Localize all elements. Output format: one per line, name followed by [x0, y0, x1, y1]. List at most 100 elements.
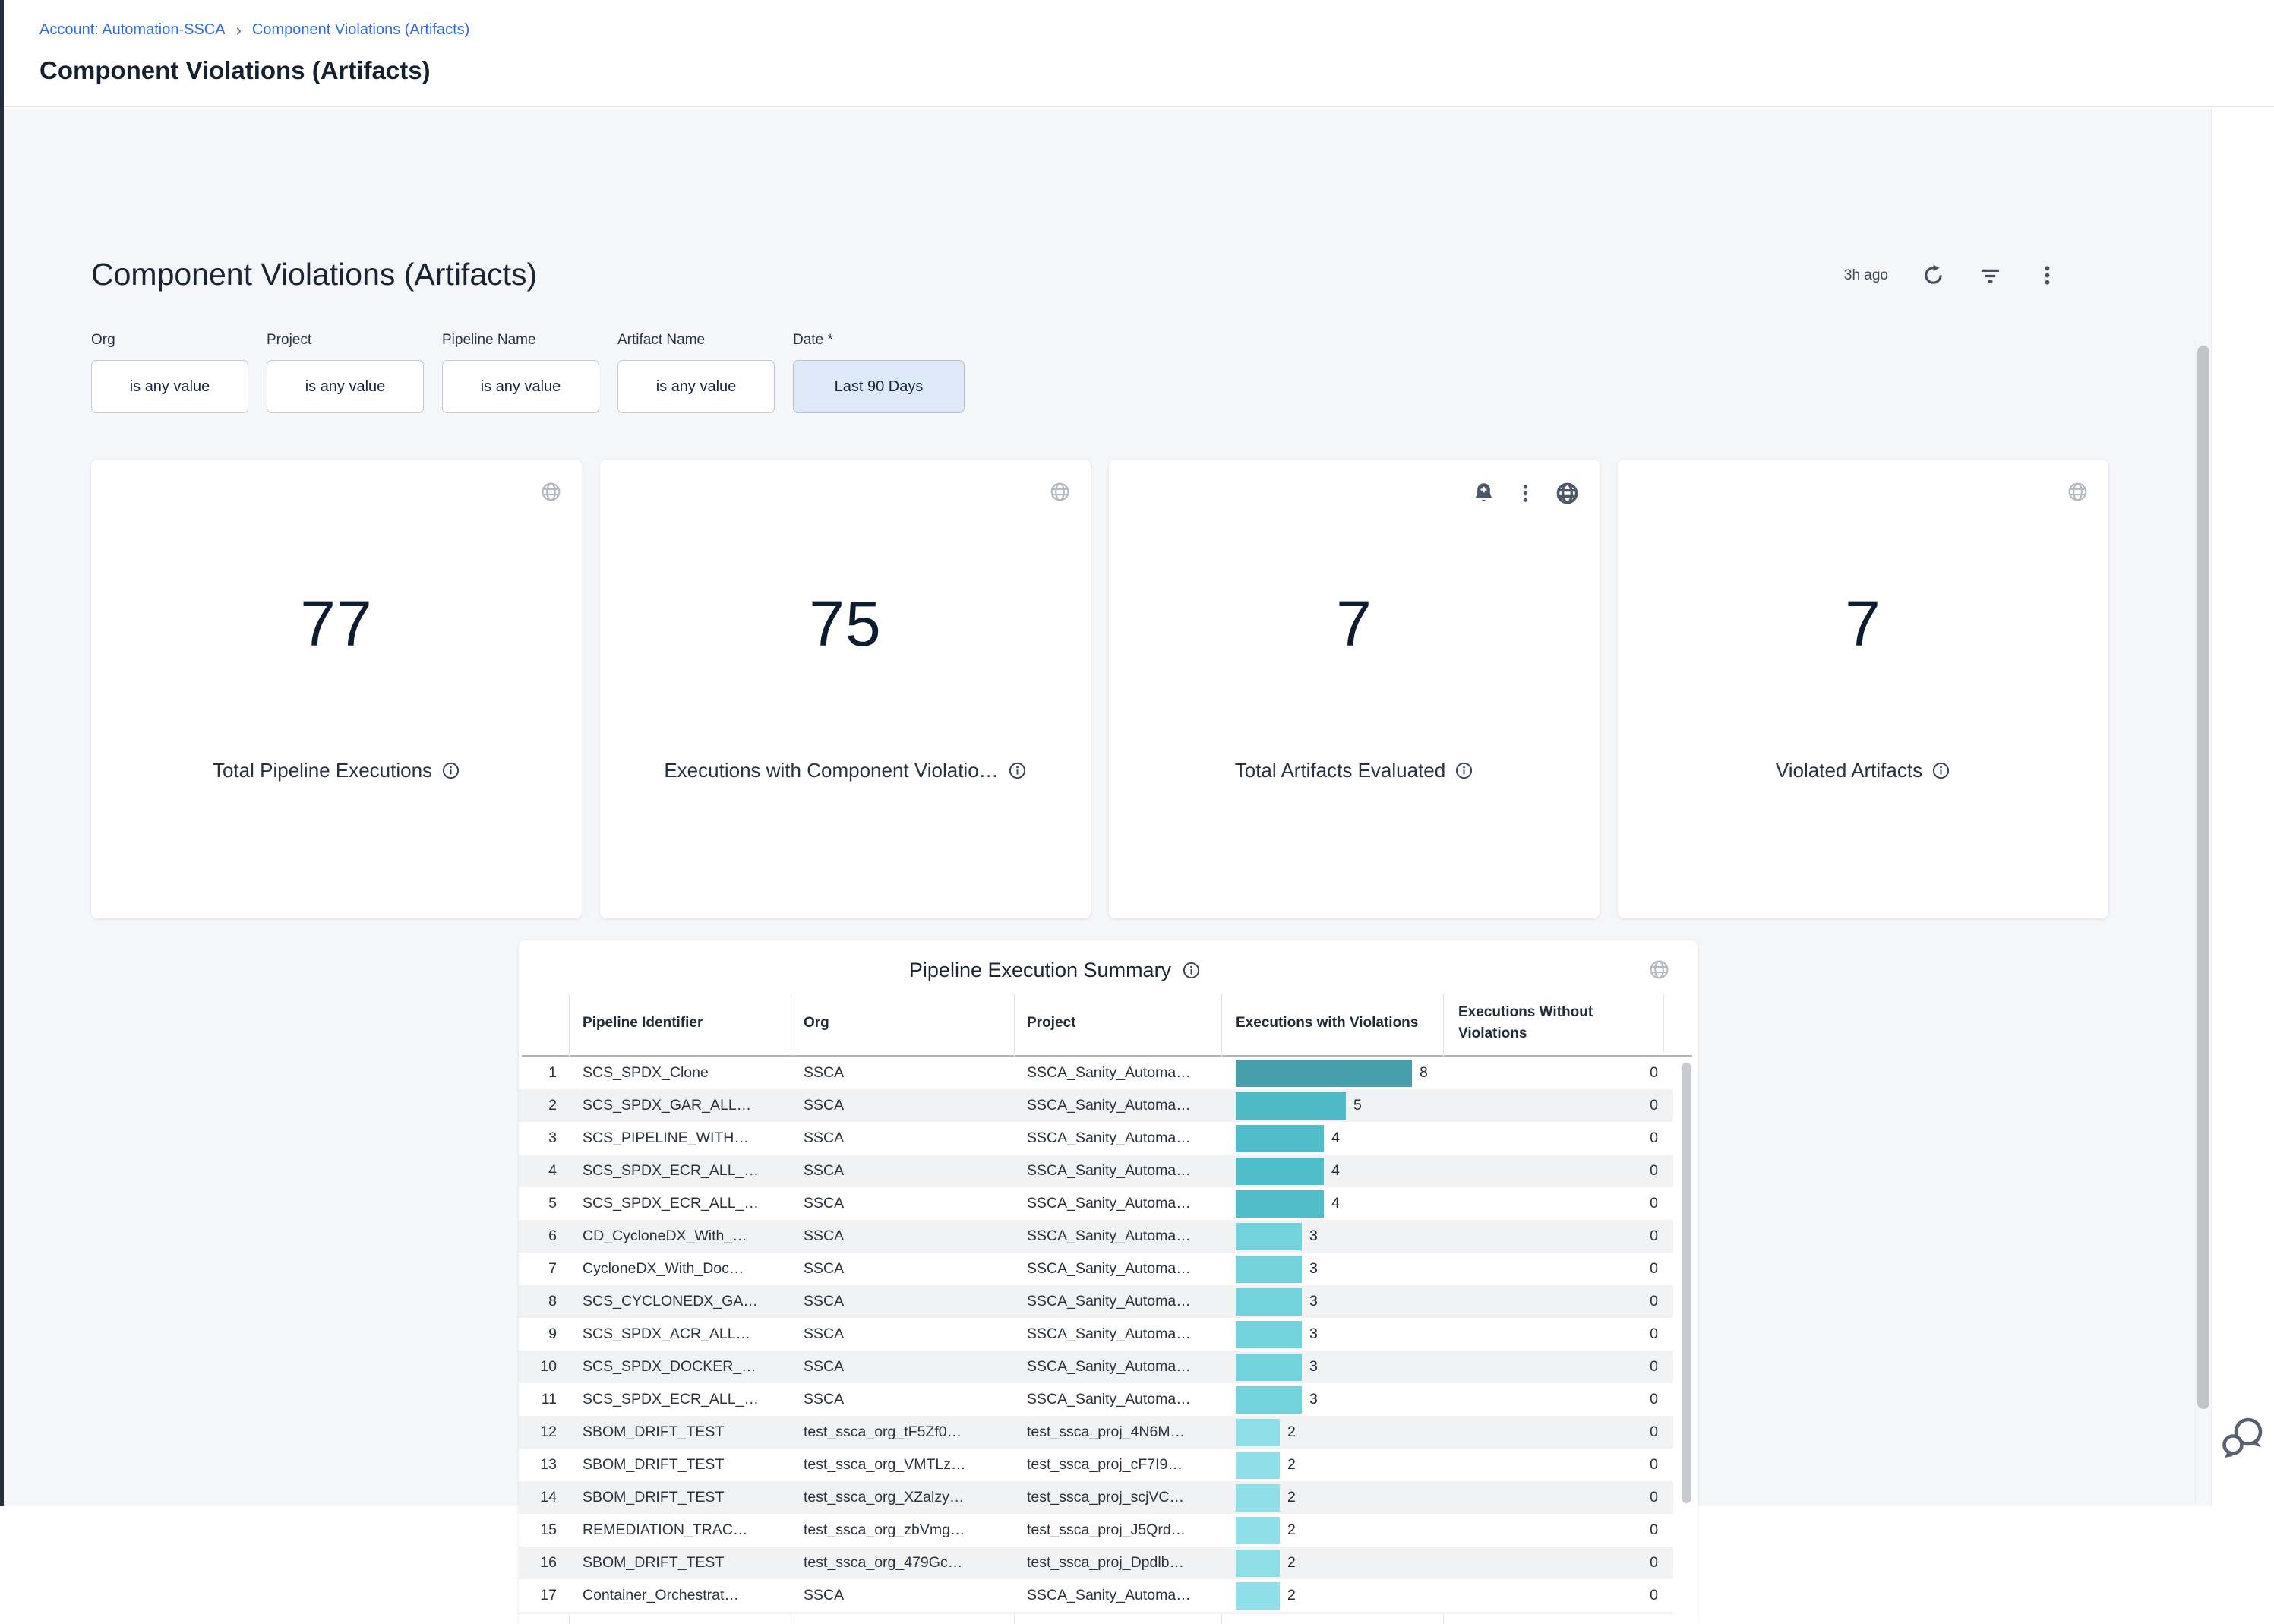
- pipeline-identifier-cell: SBOM_DRIFT_TEST: [583, 1481, 779, 1514]
- pipeline-identifier-cell: REMEDIATION_TRAC…: [583, 1514, 779, 1547]
- pipeline-identifier-cell: SCS_SPDX_DOCKER_…: [583, 1351, 779, 1383]
- row-number-cell: 3: [519, 1122, 557, 1155]
- row-number-cell: 5: [519, 1187, 557, 1220]
- row-number-cell: 10: [519, 1351, 557, 1383]
- executions-without-violations-cell: 0: [1443, 1220, 1658, 1253]
- pipeline-identifier-cell: SCS_SPDX_ECR_ALL_…: [583, 1155, 779, 1187]
- kebab-menu-icon[interactable]: [1514, 482, 1537, 504]
- table-row[interactable]: 7CycloneDX_With_Doc…SSCASSCA_Sanity_Auto…: [519, 1253, 1673, 1285]
- org-cell: SSCA: [804, 1057, 1000, 1089]
- table-row[interactable]: 4SCS_SPDX_ECR_ALL_…SSCASSCA_Sanity_Autom…: [519, 1155, 1673, 1187]
- column-header[interactable]: Executions with Violations: [1236, 990, 1422, 1056]
- project-cell: SSCA_Sanity_Automa…: [1027, 1089, 1209, 1122]
- violations-bar[interactable]: [1236, 1158, 1324, 1185]
- violations-bar-value: 3: [1309, 1325, 1318, 1343]
- stat-label: Total Pipeline Executions: [91, 759, 582, 782]
- violations-bar[interactable]: [1236, 1419, 1280, 1446]
- table-row[interactable]: 8SCS_CYCLONEDX_GA…SSCASSCA_Sanity_Automa…: [519, 1285, 1673, 1318]
- filter-label: Date *: [793, 332, 965, 349]
- filter-value-chip[interactable]: is any value: [91, 360, 248, 413]
- executions-with-violations-cell: 4: [1236, 1122, 1441, 1155]
- pipeline-identifier-cell: SBOM_DRIFT_TEST: [583, 1449, 779, 1481]
- filter-value-chip[interactable]: is any value: [267, 360, 424, 413]
- violations-bar[interactable]: [1236, 1354, 1302, 1381]
- org-cell: SSCA: [804, 1579, 1000, 1612]
- breadcrumb-current-link[interactable]: Component Violations (Artifacts): [252, 21, 469, 39]
- table-row[interactable]: 2SCS_SPDX_GAR_ALL…SSCASSCA_Sanity_Automa…: [519, 1089, 1673, 1122]
- globe-icon[interactable]: [1049, 481, 1071, 503]
- column-header[interactable]: Pipeline Identifier: [583, 990, 779, 1056]
- violations-bar[interactable]: [1236, 1060, 1412, 1087]
- org-cell: SSCA: [804, 1122, 1000, 1155]
- info-icon[interactable]: [1454, 761, 1473, 780]
- card-icons: [540, 481, 562, 503]
- violations-bar[interactable]: [1236, 1386, 1302, 1414]
- table-row[interactable]: 5SCS_SPDX_ECR_ALL_…SSCASSCA_Sanity_Autom…: [519, 1187, 1673, 1220]
- executions-without-violations-cell: 0: [1443, 1514, 1658, 1547]
- page-scrollbar-thumb[interactable]: [2197, 346, 2209, 1409]
- table-row[interactable]: 10SCS_SPDX_DOCKER_…SSCASSCA_Sanity_Autom…: [519, 1351, 1673, 1383]
- violations-bar[interactable]: [1236, 1582, 1280, 1610]
- project-cell: SSCA_Sanity_Automa…: [1027, 1318, 1209, 1351]
- column-header[interactable]: Executions Without Violations: [1458, 990, 1648, 1056]
- executions-without-violations-cell: 0: [1443, 1253, 1658, 1285]
- globe-icon[interactable]: [1648, 959, 1670, 981]
- table-row[interactable]: 6CD_CycloneDX_With_…SSCASSCA_Sanity_Auto…: [519, 1220, 1673, 1253]
- table-row[interactable]: 3SCS_PIPELINE_WITH…SSCASSCA_Sanity_Autom…: [519, 1122, 1673, 1155]
- filter-value-chip[interactable]: is any value: [617, 360, 775, 413]
- violations-bar[interactable]: [1236, 1190, 1324, 1218]
- table-row[interactable]: 14SBOM_DRIFT_TESTtest_ssca_org_XZalzy…te…: [519, 1481, 1673, 1514]
- table-row[interactable]: 1SCS_SPDX_CloneSSCASSCA_Sanity_Automa…80: [519, 1057, 1673, 1089]
- violations-bar[interactable]: [1236, 1288, 1302, 1316]
- project-cell: SSCA_Sanity_Automa…: [1027, 1383, 1209, 1416]
- violations-bar[interactable]: [1236, 1517, 1280, 1544]
- table-row[interactable]: 15REMEDIATION_TRAC…test_ssca_org_zbVmg…t…: [519, 1514, 1673, 1547]
- pipeline-identifier-cell: Container_Orchestrat…: [583, 1579, 779, 1612]
- info-icon[interactable]: [441, 761, 460, 780]
- page-title: Component Violations (Artifacts): [39, 56, 431, 85]
- info-icon[interactable]: [1931, 761, 1950, 780]
- globe-icon[interactable]: [2067, 481, 2089, 503]
- stat-label: Violated Artifacts: [1618, 759, 2108, 782]
- executions-with-violations-cell: 3: [1236, 1220, 1441, 1253]
- filter-value-chip[interactable]: is any value: [442, 360, 599, 413]
- violations-bar[interactable]: [1236, 1223, 1302, 1250]
- stat-card: 7Total Artifacts Evaluated: [1109, 460, 1600, 918]
- bell-plus-icon[interactable]: [1471, 481, 1496, 506]
- info-icon[interactable]: [1008, 761, 1027, 780]
- table-row[interactable]: 11SCS_SPDX_ECR_ALL_…SSCASSCA_Sanity_Auto…: [519, 1383, 1673, 1416]
- table-row[interactable]: 13SBOM_DRIFT_TESTtest_ssca_org_VMTLz…tes…: [519, 1449, 1673, 1481]
- chat-help-icon[interactable]: [2219, 1413, 2268, 1461]
- breadcrumb-account-link[interactable]: Account: Automation-SSCA: [39, 21, 226, 39]
- globe-icon[interactable]: [1555, 481, 1580, 506]
- refresh-icon[interactable]: [1922, 264, 1945, 287]
- violations-bar[interactable]: [1236, 1321, 1302, 1348]
- violations-bar-value: 2: [1287, 1423, 1296, 1441]
- kebab-menu-icon[interactable]: [2036, 264, 2059, 287]
- column-header[interactable]: Project: [1027, 990, 1209, 1056]
- executions-without-violations-cell: 0: [1443, 1155, 1658, 1187]
- violations-bar[interactable]: [1236, 1092, 1346, 1120]
- info-icon[interactable]: [1182, 961, 1201, 980]
- table-row[interactable]: 16SBOM_DRIFT_TESTtest_ssca_org_479Gc…tes…: [519, 1547, 1673, 1579]
- violations-bar[interactable]: [1236, 1452, 1280, 1479]
- filter-value-chip[interactable]: Last 90 Days: [793, 360, 965, 413]
- table-row[interactable]: 17Container_Orchestrat…SSCASSCA_Sanity_A…: [519, 1579, 1673, 1612]
- table-scrollbar-thumb[interactable]: [1682, 1063, 1691, 1503]
- stat-label-text: Violated Artifacts: [1776, 759, 1922, 782]
- table-row[interactable]: 9SCS_SPDX_ACR_ALL…SSCASSCA_Sanity_Automa…: [519, 1318, 1673, 1351]
- row-number-cell: 2: [519, 1089, 557, 1122]
- column-header[interactable]: Org: [804, 990, 1000, 1056]
- filter-icon[interactable]: [1979, 264, 2002, 287]
- last-refreshed-label: 3h ago: [1844, 267, 1888, 284]
- pipeline-identifier-cell: SCS_SPDX_GAR_ALL…: [583, 1089, 779, 1122]
- executions-with-violations-cell: 3: [1236, 1351, 1441, 1383]
- violations-bar[interactable]: [1236, 1550, 1280, 1577]
- org-cell: SSCA: [804, 1155, 1000, 1187]
- globe-icon[interactable]: [540, 481, 562, 503]
- violations-bar[interactable]: [1236, 1125, 1324, 1152]
- table-row[interactable]: 12SBOM_DRIFT_TESTtest_ssca_org_tF5Zf0…te…: [519, 1416, 1673, 1449]
- violations-bar[interactable]: [1236, 1256, 1302, 1283]
- card-icons: [2067, 481, 2089, 503]
- violations-bar[interactable]: [1236, 1484, 1280, 1512]
